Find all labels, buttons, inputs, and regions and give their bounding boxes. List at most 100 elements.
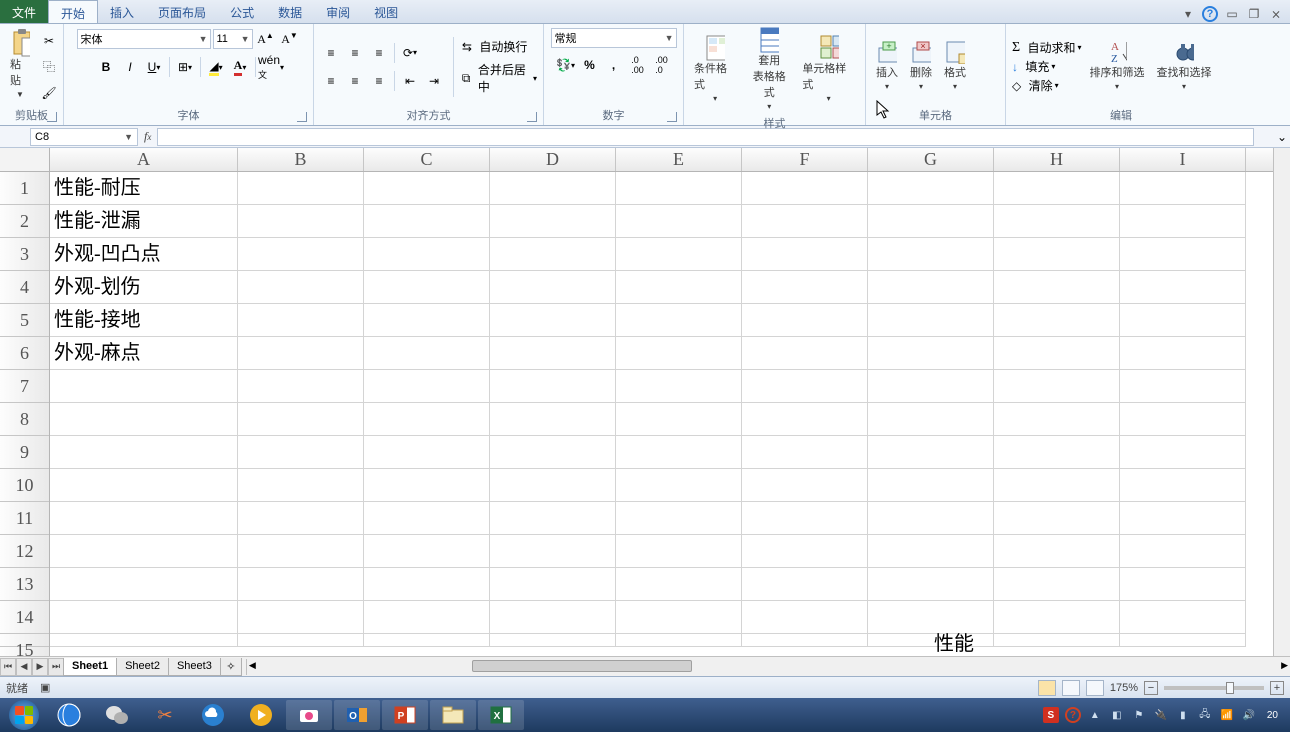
cell[interactable]: 性能-耐压 [50, 172, 238, 205]
taskbar-cloud[interactable] [190, 700, 236, 730]
cell[interactable] [616, 601, 742, 634]
help-icon[interactable]: ? [1202, 6, 1218, 22]
cell[interactable] [742, 205, 868, 238]
cell[interactable] [868, 568, 994, 601]
zoom-slider[interactable] [1164, 686, 1264, 690]
cell[interactable] [742, 271, 868, 304]
cell[interactable] [742, 469, 868, 502]
taskbar-snip[interactable]: ✂ [142, 700, 188, 730]
tab-nav-prev[interactable]: ◀ [16, 658, 32, 676]
row-header[interactable]: 8 [0, 403, 49, 436]
cell[interactable] [1120, 304, 1246, 337]
cell[interactable] [238, 502, 364, 535]
cell[interactable] [490, 304, 616, 337]
taskbar-wechat[interactable] [94, 700, 140, 730]
col-header-d[interactable]: D [490, 148, 616, 171]
taskbar-potplayer[interactable] [238, 700, 284, 730]
cell[interactable] [364, 238, 490, 271]
row-header[interactable]: 9 [0, 436, 49, 469]
cell[interactable] [742, 172, 868, 205]
tray-wifi-icon[interactable]: 📶 [1219, 707, 1235, 723]
cell[interactable] [994, 271, 1120, 304]
cell[interactable] [238, 436, 364, 469]
increase-font-button[interactable]: A▲ [255, 28, 277, 50]
taskbar-outlook[interactable]: O [334, 700, 380, 730]
sort-filter-button[interactable]: AZ 排序和筛选▾ [1086, 40, 1149, 93]
tab-nav-first[interactable]: ⏮ [0, 658, 16, 676]
macro-record-icon[interactable]: ▣ [40, 681, 50, 694]
fill-button[interactable]: ↓ 填充▾ [1012, 58, 1082, 75]
cell[interactable] [364, 304, 490, 337]
cell[interactable] [50, 502, 238, 535]
tab-nav-next[interactable]: ▶ [32, 658, 48, 676]
cell[interactable] [994, 172, 1120, 205]
cell[interactable] [616, 469, 742, 502]
cell[interactable] [742, 304, 868, 337]
tab-view[interactable]: 视图 [362, 0, 410, 23]
cell[interactable] [868, 469, 994, 502]
tray-360-icon[interactable]: ? [1065, 707, 1081, 723]
col-header-h[interactable]: H [994, 148, 1120, 171]
view-normal-button[interactable] [1038, 680, 1056, 696]
tab-home[interactable]: 开始 [48, 0, 98, 23]
cell[interactable] [994, 568, 1120, 601]
autosum-button[interactable]: Σ 自动求和▾ [1012, 39, 1082, 56]
conditional-format-button[interactable]: 条件格式▾ [690, 36, 740, 105]
cell[interactable] [238, 403, 364, 436]
cell[interactable] [994, 370, 1120, 403]
merge-center-button[interactable]: ⧉ 合并后居中▾ [462, 61, 537, 95]
cell[interactable] [238, 601, 364, 634]
tray-sogou-icon[interactable]: S [1043, 707, 1059, 723]
row-header[interactable]: 5 [0, 304, 49, 337]
paste-button[interactable]: 粘贴 ▼ [6, 32, 34, 101]
cell[interactable] [868, 205, 994, 238]
font-size-combo[interactable]: 11▼ [213, 29, 253, 49]
cell[interactable] [238, 304, 364, 337]
zoom-level[interactable]: 175% [1110, 682, 1138, 694]
cut-button[interactable]: ✂ [38, 30, 60, 52]
cell[interactable] [868, 172, 994, 205]
dialog-launcher-icon[interactable] [47, 112, 57, 122]
cell[interactable] [238, 634, 364, 647]
indent-decrease-button[interactable]: ⇤ [399, 70, 421, 92]
fx-icon[interactable]: fx [144, 129, 151, 144]
sheet-tab-2[interactable]: Sheet2 [116, 658, 169, 676]
row-header[interactable]: 2 [0, 205, 49, 238]
cell[interactable] [364, 271, 490, 304]
cell[interactable] [616, 403, 742, 436]
tab-insert[interactable]: 插入 [98, 0, 146, 23]
cell[interactable] [868, 634, 994, 647]
cell[interactable] [616, 370, 742, 403]
cell[interactable] [50, 370, 238, 403]
cell[interactable] [742, 502, 868, 535]
cell[interactable] [616, 436, 742, 469]
cell[interactable] [742, 238, 868, 271]
cell[interactable] [364, 403, 490, 436]
scroll-thumb[interactable] [472, 660, 692, 672]
taskbar-browser[interactable] [46, 700, 92, 730]
cell[interactable] [50, 601, 238, 634]
align-middle-button[interactable]: ≡ [344, 42, 366, 64]
row-header[interactable]: 11 [0, 502, 49, 535]
horizontal-scrollbar[interactable]: ◀ ▶ [246, 659, 1290, 675]
cell[interactable] [364, 337, 490, 370]
start-button[interactable] [4, 699, 44, 731]
align-left-button[interactable]: ≡ [320, 70, 342, 92]
cell[interactable] [238, 568, 364, 601]
cell[interactable] [868, 601, 994, 634]
taskbar-explorer[interactable] [430, 700, 476, 730]
col-header-e[interactable]: E [616, 148, 742, 171]
cell[interactable] [50, 436, 238, 469]
cell[interactable] [994, 634, 1120, 647]
cell[interactable] [50, 469, 238, 502]
cell[interactable] [490, 238, 616, 271]
increase-decimal-button[interactable]: .0.00 [627, 54, 649, 76]
col-header-a[interactable]: A [50, 148, 238, 171]
cell-styles-button[interactable]: 单元格样式▾ [798, 36, 859, 105]
cell[interactable] [994, 304, 1120, 337]
decrease-font-button[interactable]: A▼ [279, 28, 301, 50]
cell[interactable] [490, 634, 616, 647]
cell[interactable] [1120, 403, 1246, 436]
tray-flag-icon[interactable]: ⚑ [1131, 707, 1147, 723]
cell[interactable] [616, 304, 742, 337]
